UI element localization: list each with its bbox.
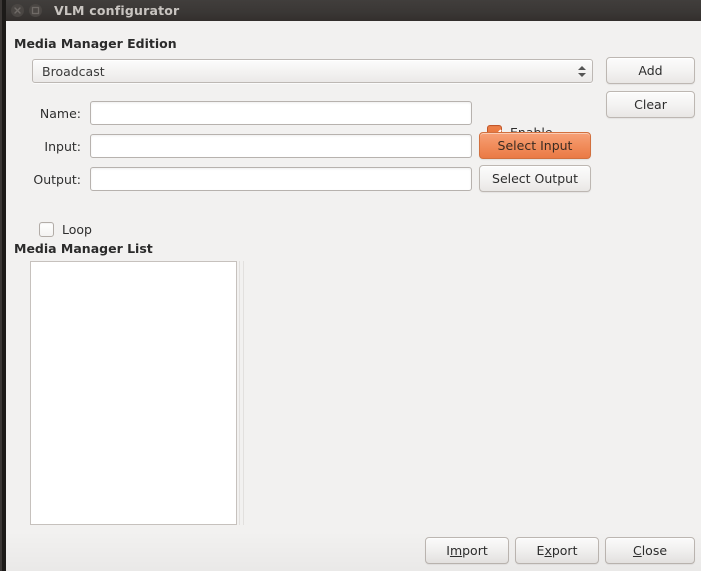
- loop-checkbox[interactable]: Loop: [39, 222, 92, 237]
- media-manager-list-items: [31, 262, 236, 524]
- media-manager-list-heading: Media Manager List: [14, 241, 153, 256]
- output-path-input[interactable]: [90, 167, 472, 191]
- window-title: VLM configurator: [54, 3, 180, 18]
- output-row: Output:: [6, 167, 472, 191]
- chevron-down-icon: [578, 72, 586, 77]
- checkbox-unchecked-icon: [39, 222, 54, 237]
- export-label-post: port: [551, 543, 578, 558]
- window-titlebar: VLM configurator: [0, 0, 701, 21]
- export-label-accel: x: [544, 543, 552, 558]
- launcher-highlight: [0, 0, 2, 571]
- input-label: Input:: [44, 138, 81, 154]
- loop-checkbox-label: Loop: [62, 222, 92, 237]
- unity-launcher-edge: [0, 0, 6, 571]
- window-controls: [11, 4, 42, 17]
- vlm-configurator-dialog: Media Manager Edition Broadcast Add Clea…: [6, 21, 701, 571]
- close-label-accel: C: [632, 543, 642, 558]
- import-label-accel: m: [449, 543, 463, 558]
- chevron-up-icon: [578, 65, 586, 70]
- input-path-input[interactable]: [90, 134, 472, 158]
- output-label: Output:: [33, 171, 81, 187]
- media-manager-listbox[interactable]: [30, 261, 237, 525]
- edition-type-combobox[interactable]: Broadcast: [32, 59, 593, 83]
- name-input[interactable]: [90, 101, 472, 125]
- maximize-icon[interactable]: [29, 4, 42, 17]
- name-row: Name:: [6, 101, 472, 125]
- media-manager-edition-heading: Media Manager Edition: [14, 36, 177, 51]
- chevron-updown-icon: [572, 60, 592, 82]
- export-label-pre: E: [536, 543, 545, 558]
- import-label-post: port: [462, 543, 488, 558]
- export-button[interactable]: Ex port: [515, 537, 599, 564]
- select-output-button[interactable]: Select Output: [479, 165, 591, 192]
- clear-button[interactable]: Clear: [606, 91, 695, 118]
- combobox-selected-value: Broadcast: [42, 63, 105, 79]
- close-icon[interactable]: [11, 4, 24, 17]
- add-button[interactable]: Add: [606, 57, 695, 84]
- select-input-button[interactable]: Select Input: [479, 132, 591, 159]
- input-row: Input:: [6, 134, 472, 158]
- name-label: Name:: [39, 105, 81, 121]
- close-label-post: lose: [641, 543, 668, 558]
- close-button[interactable]: Close: [605, 537, 695, 564]
- import-button[interactable]: Im port: [425, 537, 509, 564]
- list-scrollbar[interactable]: [239, 261, 244, 525]
